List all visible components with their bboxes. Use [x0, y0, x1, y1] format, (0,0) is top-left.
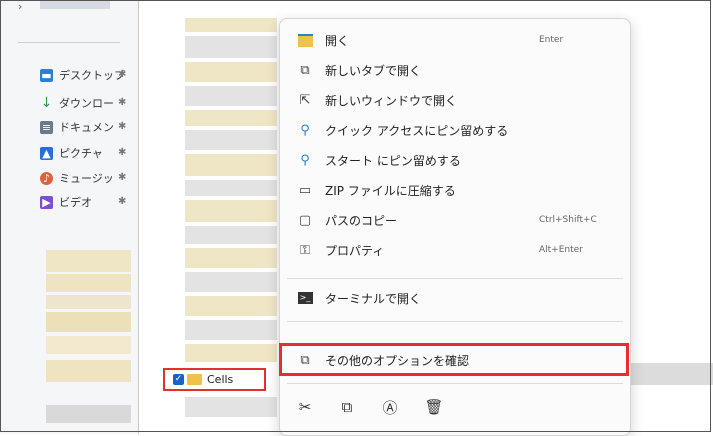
screenshot-border — [0, 0, 711, 432]
